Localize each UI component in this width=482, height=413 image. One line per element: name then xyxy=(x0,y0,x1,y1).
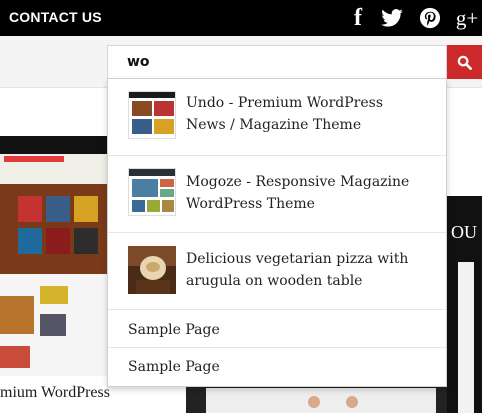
search-icon xyxy=(457,55,472,70)
pinterest-icon[interactable] xyxy=(418,0,442,36)
twitter-icon[interactable] xyxy=(380,0,404,36)
facebook-icon[interactable]: f xyxy=(346,0,370,36)
search-result-title: Mogoze - Responsive Magazine WordPress T… xyxy=(186,174,410,212)
page-result-item[interactable]: Sample Page xyxy=(108,348,446,386)
page-result-item[interactable]: Sample Page xyxy=(108,310,446,348)
theme-preview-image[interactable] xyxy=(0,136,107,376)
contact-us-link[interactable]: CONTACT US xyxy=(9,9,102,25)
search-button[interactable] xyxy=(447,45,482,79)
pizza-photo-thumbnail xyxy=(128,246,176,294)
background-panel-card xyxy=(458,262,474,413)
search-result-item[interactable]: Delicious vegetarian pizza with arugula … xyxy=(108,233,446,310)
page-result-title: Sample Page xyxy=(128,359,220,375)
background-panel-text: OU xyxy=(451,222,477,242)
magazine-theme-thumbnail xyxy=(128,168,176,216)
search-result-item[interactable]: Undo - Premium WordPress News / Magazine… xyxy=(108,79,446,156)
google-plus-icon[interactable]: g+ xyxy=(452,0,482,36)
search-result-title: Delicious vegetarian pizza with arugula … xyxy=(186,251,409,289)
search-result-item[interactable]: Mogoze - Responsive Magazine WordPress T… xyxy=(108,156,446,233)
search-input[interactable] xyxy=(107,45,447,79)
top-bar: CONTACT US f g+ xyxy=(0,0,482,36)
magazine-theme-thumbnail xyxy=(128,91,176,139)
search-suggestions-dropdown: Undo - Premium WordPress News / Magazine… xyxy=(107,79,447,387)
search-result-title: Undo - Premium WordPress News / Magazine… xyxy=(186,95,384,133)
page-result-title: Sample Page xyxy=(128,322,220,338)
background-post-title[interactable]: mium WordPress xyxy=(0,384,110,402)
